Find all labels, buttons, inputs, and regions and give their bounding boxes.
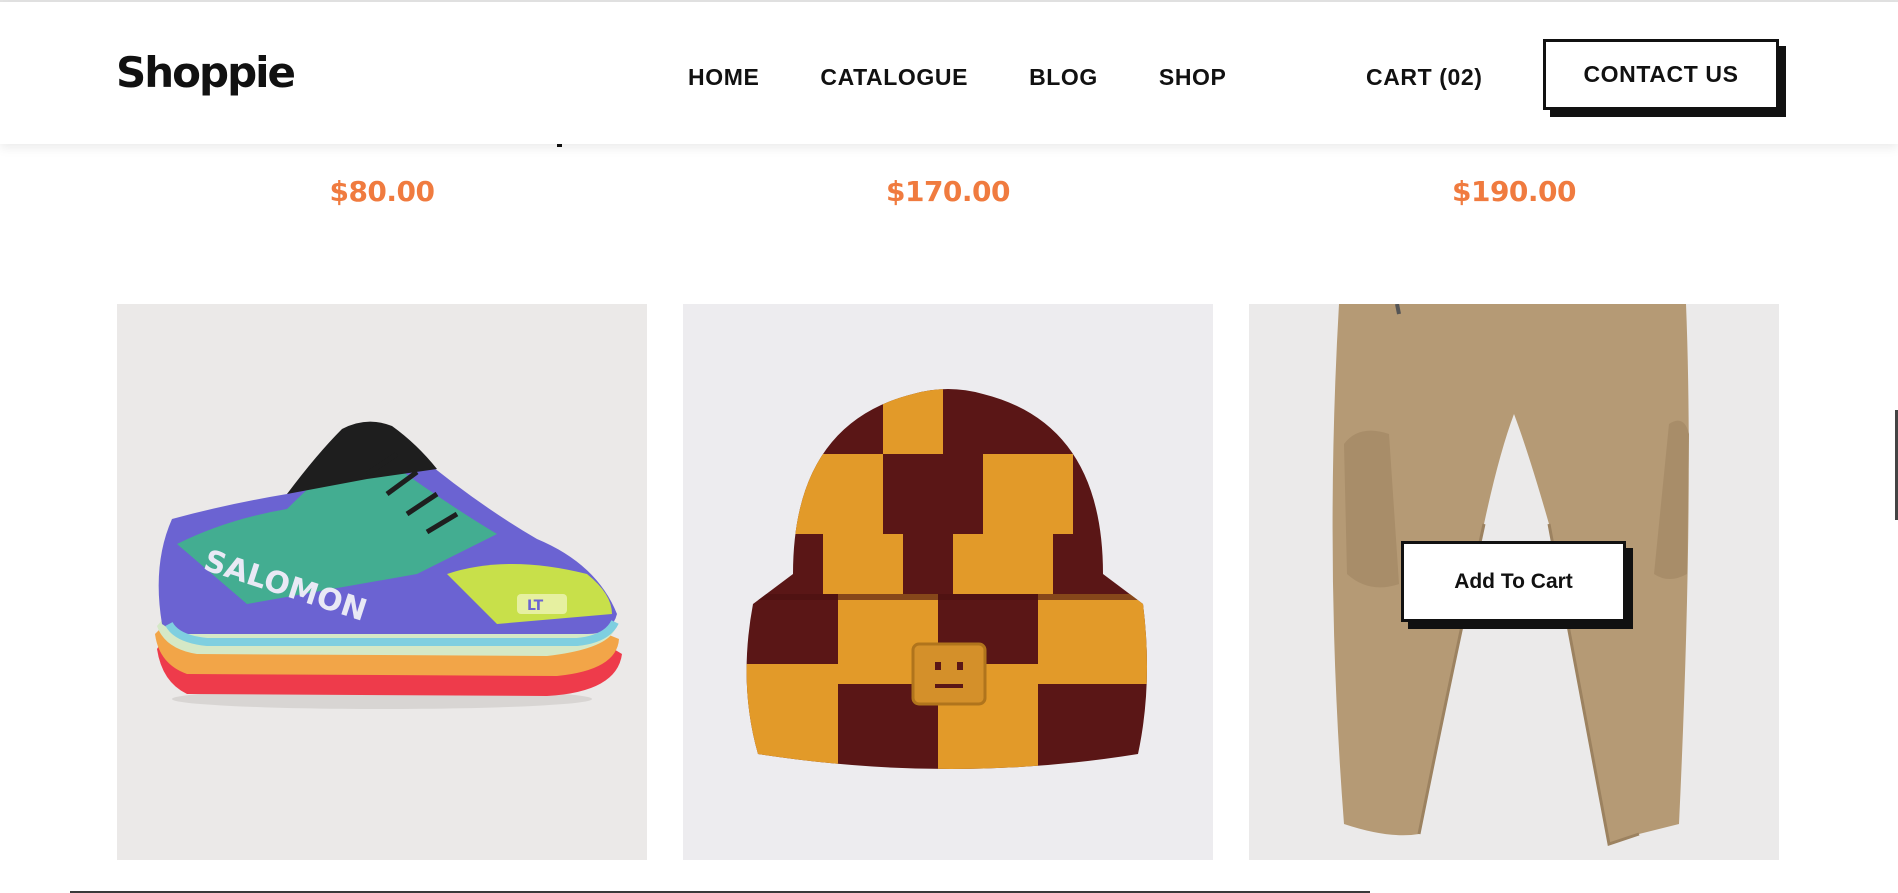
product-card-sneaker[interactable]: SALOMON LT: [117, 304, 647, 860]
nav-blog[interactable]: BLOG: [1029, 64, 1098, 91]
nav-shop[interactable]: SHOP: [1159, 64, 1227, 91]
model-badge-print: LT: [527, 598, 544, 614]
cart-link[interactable]: CART (02): [1366, 64, 1483, 91]
nav-catalogue[interactable]: CATALOGUE: [820, 64, 968, 91]
contact-us-button[interactable]: CONTACT US: [1543, 39, 1779, 110]
beanie-image: [746, 389, 1148, 769]
nav-home[interactable]: HOME: [688, 64, 759, 91]
logo[interactable]: Shoppie: [116, 48, 296, 97]
product-price: $190.00: [1451, 175, 1577, 208]
main-nav: HOME CATALOGUE BLOG SHOP: [688, 64, 1227, 91]
product-card-beanie[interactable]: [683, 304, 1213, 860]
add-to-cart-button[interactable]: Add To Cart: [1401, 541, 1626, 622]
site-header: Shoppie HOME CATALOGUE BLOG SHOP CART (0…: [0, 2, 1898, 144]
product-price: $80.00: [329, 175, 435, 208]
product-price: $170.00: [885, 175, 1011, 208]
sneaker-image: SALOMON LT: [155, 421, 622, 709]
